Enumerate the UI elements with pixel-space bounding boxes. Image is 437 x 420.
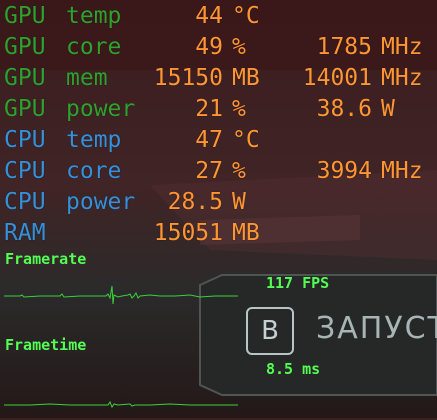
cpu-power-value: 28.5 [167, 189, 223, 215]
gpu-core-row: GPU core 49 % 1785 MHz [0, 32, 437, 63]
core-label: core [66, 34, 122, 60]
framerate-value: 117 FPS [266, 274, 330, 292]
gpu-power-percent-unit: % [232, 96, 246, 122]
gpu-core-load-value: 49 [195, 34, 223, 60]
cpu-core-clock-value: 3994 [316, 158, 372, 184]
ram-used-unit: MB [232, 220, 260, 246]
temp-label: temp [66, 127, 122, 153]
gpu-core-load-unit: % [232, 34, 246, 60]
gpu-label: GPU [4, 34, 46, 60]
gpu-power-watts-unit: W [381, 96, 395, 122]
cpu-temp-unit: °C [232, 127, 260, 153]
cpu-label: CPU [4, 189, 46, 215]
gpu-power-percent-value: 21 [195, 96, 223, 122]
cpu-power-unit: W [232, 189, 246, 215]
gpu-mem-used-unit: MB [232, 65, 260, 91]
gpu-temp-row: GPU temp 44 °C [0, 1, 437, 32]
cpu-core-clock-unit: MHz [381, 158, 423, 184]
gpu-mem-clock-value: 14001 [302, 65, 372, 91]
gpu-core-clock-value: 1785 [316, 34, 372, 60]
gpu-mem-row: GPU mem 15150 MB 14001 MHz [0, 63, 437, 94]
keyboard-key-b-icon: B [246, 307, 294, 355]
gpu-power-watts-value: 38.6 [316, 96, 372, 122]
cpu-core-load-value: 27 [195, 158, 223, 184]
gpu-temp-value: 44 [195, 3, 223, 29]
cpu-core-load-unit: % [232, 158, 246, 184]
power-label: power [66, 189, 136, 215]
mem-label: mem [66, 65, 108, 91]
cpu-power-row: CPU power 28.5 W [0, 187, 437, 218]
ram-row: RAM 15051 MB [0, 218, 437, 249]
cpu-temp-value: 47 [195, 127, 223, 153]
frametime-graph [4, 400, 238, 409]
cpu-label: CPU [4, 127, 46, 153]
framerate-line [4, 285, 238, 305]
framerate-graph [4, 285, 238, 305]
gpu-temp-unit: °C [232, 3, 260, 29]
gpu-label: GPU [4, 65, 46, 91]
launch-button-label: ЗАПУСТ [316, 311, 437, 346]
power-label: power [66, 96, 136, 122]
frametime-value: 8.5 ms [266, 360, 321, 378]
ram-label: RAM [4, 220, 46, 246]
launch-button[interactable]: B ЗАПУСТ [243, 307, 437, 357]
gpu-power-row: GPU power 21 % 38.6 W [0, 94, 437, 125]
gpu-label: GPU [4, 96, 46, 122]
cpu-core-row: CPU core 27 % 3994 MHz [0, 156, 437, 187]
gpu-mem-used-value: 15150 [153, 65, 223, 91]
core-label: core [66, 158, 122, 184]
gpu-core-clock-unit: MHz [381, 34, 423, 60]
cpu-temp-row: CPU temp 47 °C [0, 125, 437, 156]
gpu-mem-clock-unit: MHz [381, 65, 423, 91]
ram-used-value: 15051 [153, 220, 223, 246]
frametime-line [4, 400, 238, 409]
cpu-label: CPU [4, 158, 46, 184]
framerate-title: Framerate [5, 250, 87, 268]
frametime-title: Frametime [5, 336, 87, 354]
temp-label: temp [66, 3, 122, 29]
gpu-label: GPU [4, 3, 46, 29]
